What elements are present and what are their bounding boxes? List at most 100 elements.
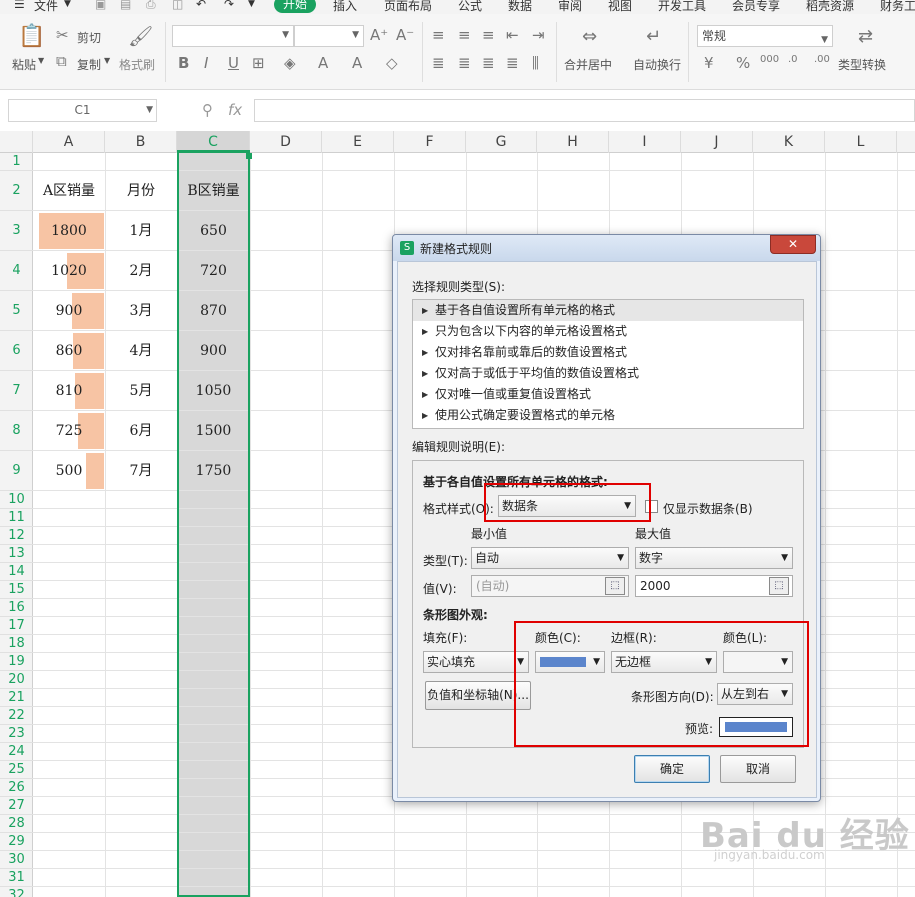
cancel-button[interactable]: 取消 — [720, 755, 796, 783]
row-header[interactable]: 21 — [0, 689, 33, 707]
column-header-g[interactable]: G — [466, 131, 537, 153]
wrap-text-button[interactable]: 自动换行 — [633, 56, 681, 73]
percent-icon[interactable]: % — [736, 54, 750, 72]
wrap-text-icon[interactable]: ↵ — [646, 26, 661, 47]
tab-review[interactable]: 审阅 — [558, 0, 582, 14]
cell-a9[interactable]: 500 — [33, 451, 105, 491]
row-header[interactable]: 29 — [0, 833, 33, 851]
max-type-dropdown[interactable]: 数字 ▼ — [635, 547, 793, 569]
fx-icon[interactable]: fx — [228, 101, 242, 119]
row-header[interactable]: 5 — [0, 291, 33, 331]
cell-a8[interactable]: 725 — [33, 411, 105, 451]
cell-c6[interactable]: 900 — [177, 331, 250, 371]
min-type-dropdown[interactable]: 自动 ▼ — [471, 547, 629, 569]
tab-finance[interactable]: 财务工 — [880, 0, 915, 14]
row-header[interactable]: 15 — [0, 581, 33, 599]
underline-icon[interactable]: U — [228, 54, 239, 72]
row-header[interactable]: 8 — [0, 411, 33, 451]
column-header-j[interactable]: J — [681, 131, 753, 153]
cell-b4[interactable]: 2月 — [105, 251, 177, 291]
cut-button[interactable]: 剪切 — [77, 29, 101, 46]
cell-b7[interactable]: 5月 — [105, 371, 177, 411]
cell-b3[interactable]: 1月 — [105, 211, 177, 251]
row-header[interactable]: 23 — [0, 725, 33, 743]
tab-page-layout[interactable]: 页面布局 — [384, 0, 432, 14]
align-top-icon[interactable]: ≡ — [432, 26, 445, 44]
row-header[interactable]: 3 — [0, 211, 33, 251]
row-header[interactable]: 28 — [0, 815, 33, 833]
row-header[interactable]: 19 — [0, 653, 33, 671]
preview-icon[interactable]: ◫ — [172, 0, 183, 11]
zoom-icon[interactable]: ⚲ — [202, 101, 213, 119]
tab-data[interactable]: 数据 — [508, 0, 532, 14]
range-picker-icon[interactable]: ⬚ — [605, 577, 625, 595]
row-header[interactable]: 4 — [0, 251, 33, 291]
row-header[interactable]: 12 — [0, 527, 33, 545]
cell-a7[interactable]: 810 — [33, 371, 105, 411]
cell-c4[interactable]: 720 — [177, 251, 250, 291]
row-header[interactable]: 17 — [0, 617, 33, 635]
align-middle-icon[interactable]: ≡ — [458, 26, 471, 44]
close-button[interactable]: ✕ — [770, 235, 816, 254]
tab-formulas[interactable]: 公式 — [458, 0, 482, 14]
font-size-combo[interactable]: ▼ — [294, 25, 364, 47]
export-icon[interactable]: ▤ — [120, 0, 131, 11]
row-header[interactable]: 6 — [0, 331, 33, 371]
select-all-corner[interactable] — [0, 131, 33, 153]
number-format-combo[interactable]: 常规 ▼ — [697, 25, 833, 47]
rule-type-item[interactable]: ▶ 使用公式确定要设置格式的单元格 — [413, 405, 803, 426]
save-icon[interactable]: ▣ — [95, 0, 106, 11]
font-color-icon[interactable]: A — [318, 54, 328, 72]
row-header[interactable]: 24 — [0, 743, 33, 761]
cell-c2[interactable]: B区销量 — [177, 171, 250, 211]
eraser-icon[interactable]: ◇ — [386, 54, 398, 72]
tab-view[interactable]: 视图 — [608, 0, 632, 14]
decrease-decimal-icon[interactable]: .00 — [814, 54, 830, 65]
column-header-d[interactable]: D — [250, 131, 322, 153]
copy-icon[interactable]: ⧉ — [56, 52, 67, 70]
paste-dropdown-icon[interactable]: ▼ — [38, 56, 44, 65]
cell-b2[interactable]: 月份 — [105, 171, 177, 211]
row-header[interactable]: 25 — [0, 761, 33, 779]
copy-button[interactable]: 复制 — [77, 56, 101, 73]
hamburger-icon[interactable]: ☰ — [14, 0, 25, 11]
row-header[interactable]: 31 — [0, 869, 33, 887]
tab-home[interactable]: 开始 — [274, 0, 317, 13]
column-header-h[interactable]: H — [537, 131, 609, 153]
row-header[interactable]: 2 — [0, 171, 33, 211]
row-header[interactable]: 14 — [0, 563, 33, 581]
column-header-f[interactable]: F — [394, 131, 466, 153]
align-center-icon[interactable]: ≣ — [458, 54, 471, 72]
justify-icon[interactable]: ≣ — [506, 54, 519, 72]
row-header[interactable]: 11 — [0, 509, 33, 527]
row-header[interactable]: 10 — [0, 491, 33, 509]
cell-c8[interactable]: 1500 — [177, 411, 250, 451]
range-picker-icon[interactable]: ⬚ — [769, 577, 789, 595]
formula-input[interactable] — [254, 99, 915, 122]
convert-type-button[interactable]: 类型转换 — [838, 56, 886, 73]
row-header[interactable]: 27 — [0, 797, 33, 815]
rule-type-item[interactable]: ▶ 仅对唯一值或重复值设置格式 — [413, 384, 803, 405]
redo-icon[interactable]: ↷ — [224, 0, 234, 11]
cell-c7[interactable]: 1050 — [177, 371, 250, 411]
font-grow-icon[interactable]: A⁺ — [370, 26, 388, 44]
row-header[interactable]: 20 — [0, 671, 33, 689]
cell-c5[interactable]: 870 — [177, 291, 250, 331]
column-header-k[interactable]: K — [753, 131, 825, 153]
cell-a5[interactable]: 900 — [33, 291, 105, 331]
bold-icon[interactable]: B — [178, 54, 189, 72]
column-header-e[interactable]: E — [322, 131, 394, 153]
row-header[interactable]: 9 — [0, 451, 33, 491]
tab-developer[interactable]: 开发工具 — [658, 0, 706, 14]
undo-icon[interactable]: ↶ — [196, 0, 206, 11]
indent-decrease-icon[interactable]: ⇤ — [506, 26, 519, 44]
column-header-i[interactable]: I — [609, 131, 681, 153]
row-header[interactable]: 16 — [0, 599, 33, 617]
cell-b5[interactable]: 3月 — [105, 291, 177, 331]
tab-docer[interactable]: 稻壳资源 — [806, 0, 854, 14]
cell-b8[interactable]: 6月 — [105, 411, 177, 451]
column-header-a[interactable]: A — [33, 131, 105, 153]
scissors-icon[interactable]: ✂ — [56, 26, 69, 44]
increase-decimal-icon[interactable]: .0 — [788, 54, 798, 65]
font-name-combo[interactable]: ▼ — [172, 25, 294, 47]
